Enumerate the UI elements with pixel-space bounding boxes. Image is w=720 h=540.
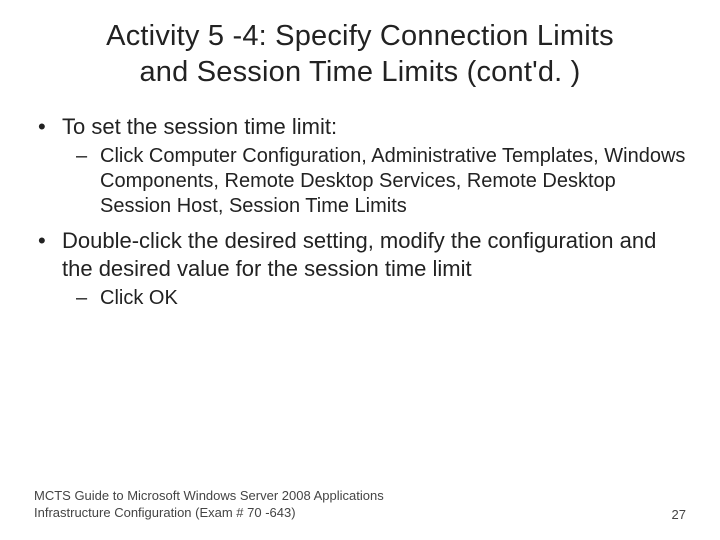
bullet-text: To set the session time limit: (62, 114, 337, 139)
list-item: Click Computer Configuration, Administra… (70, 144, 692, 219)
slide: Activity 5 -4: Specify Connection Limits… (0, 0, 720, 540)
title-line-2: and Session Time Limits (cont'd. ) (139, 56, 580, 88)
sub-bullet-text: Click OK (100, 287, 178, 309)
footer-reference: MCTS Guide to Microsoft Windows Server 2… (34, 488, 454, 522)
list-item: To set the session time limit: Click Com… (28, 113, 692, 220)
page-number: 27 (672, 507, 686, 522)
slide-body: To set the session time limit: Click Com… (0, 91, 720, 312)
slide-footer: MCTS Guide to Microsoft Windows Server 2… (34, 488, 686, 522)
bullet-list: To set the session time limit: Click Com… (28, 113, 692, 312)
sub-list: Click OK (62, 286, 692, 311)
slide-title: Activity 5 -4: Specify Connection Limits… (0, 0, 720, 91)
list-item: Double-click the desired setting, modify… (28, 227, 692, 311)
list-item: Click OK (70, 286, 692, 311)
sub-list: Click Computer Configuration, Administra… (62, 144, 692, 219)
sub-bullet-text: Click Computer Configuration, Administra… (100, 145, 685, 217)
bullet-text: Double-click the desired setting, modify… (62, 228, 656, 281)
title-line-1: Activity 5 -4: Specify Connection Limits (106, 20, 614, 52)
